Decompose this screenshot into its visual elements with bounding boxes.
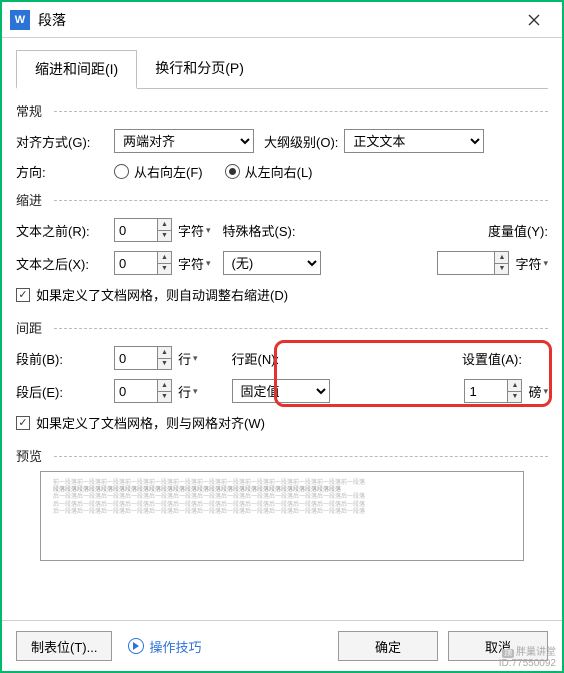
spin-up-icon[interactable]: ▲: [494, 252, 508, 264]
space-before-unit[interactable]: 行: [178, 349, 198, 368]
spin-up-icon[interactable]: ▲: [157, 219, 171, 231]
radio-rtl[interactable]: 从右向左(F): [114, 162, 203, 181]
radio-icon: [114, 164, 129, 179]
direction-label: 方向:: [16, 162, 108, 181]
dialog-footer: 制表位(T)... 操作技巧 确定 取消: [2, 620, 562, 671]
spin-down-icon[interactable]: ▼: [157, 359, 171, 370]
spin-down-icon[interactable]: ▼: [157, 392, 171, 403]
checkbox-icon: ✓: [16, 416, 30, 430]
tabs-button[interactable]: 制表位(T)...: [16, 631, 112, 661]
space-after-label: 段后(E):: [16, 382, 108, 401]
indent-after-input[interactable]: ▲▼: [114, 251, 172, 275]
play-icon: [128, 638, 144, 654]
indent-before-input[interactable]: ▲▼: [114, 218, 172, 242]
dialog-title: 段落: [38, 10, 514, 30]
indent-before-unit[interactable]: 字符: [178, 221, 211, 240]
app-icon: W: [10, 10, 30, 30]
spin-up-icon[interactable]: ▲: [157, 380, 171, 392]
close-button[interactable]: [514, 5, 554, 35]
close-icon: [528, 14, 540, 26]
radio-icon: [225, 164, 240, 179]
indent-after-label: 文本之后(X):: [16, 254, 108, 273]
tab-line-page-breaks[interactable]: 换行和分页(P): [137, 50, 262, 88]
tips-link[interactable]: 操作技巧: [128, 637, 201, 656]
group-preview: 预览: [16, 446, 548, 465]
titlebar: W 段落: [2, 2, 562, 38]
dialog-body: 缩进和间距(I) 换行和分页(P) 常规 对齐方式(G): 两端对齐 大纲级别(…: [2, 38, 562, 620]
measure-unit[interactable]: 字符: [515, 254, 548, 273]
space-after-input[interactable]: ▲▼: [114, 379, 172, 403]
outline-select[interactable]: 正文文本: [344, 129, 484, 153]
radio-ltr[interactable]: 从左向右(L): [225, 162, 313, 181]
indent-after-unit[interactable]: 字符: [178, 254, 211, 273]
special-select[interactable]: (无): [223, 251, 321, 275]
group-general: 常规: [16, 101, 548, 120]
special-label: 特殊格式(S):: [223, 221, 296, 240]
outline-label: 大纲级别(O):: [264, 132, 338, 151]
group-spacing: 间距: [16, 318, 548, 337]
spin-down-icon[interactable]: ▼: [157, 231, 171, 242]
paragraph-dialog: W 段落 缩进和间距(I) 换行和分页(P) 常规 对齐方式(G): 两端对齐 …: [0, 0, 564, 673]
checkbox-icon: ✓: [16, 288, 30, 302]
spin-down-icon[interactable]: ▼: [157, 264, 171, 275]
spin-up-icon[interactable]: ▲: [157, 347, 171, 359]
align-select[interactable]: 两端对齐: [114, 129, 254, 153]
align-label: 对齐方式(G):: [16, 132, 108, 151]
spin-up-icon[interactable]: ▲: [157, 252, 171, 264]
measure-label: 度量值(Y):: [488, 221, 548, 240]
space-before-label: 段前(B):: [16, 349, 108, 368]
space-after-unit[interactable]: 行: [178, 382, 198, 401]
space-before-input[interactable]: ▲▼: [114, 346, 172, 370]
group-indent: 缩进: [16, 190, 548, 209]
check-auto-indent[interactable]: ✓ 如果定义了文档网格，则自动调整右缩进(D): [16, 285, 548, 304]
highlight-box: [274, 340, 552, 407]
spin-down-icon[interactable]: ▼: [494, 264, 508, 275]
measure-input[interactable]: ▲▼: [437, 251, 509, 275]
watermark: 顶胖巢讲堂 ID:77550092: [499, 647, 556, 669]
indent-before-label: 文本之前(R):: [16, 221, 108, 240]
ok-button[interactable]: 确定: [338, 631, 438, 661]
check-snap-to-grid[interactable]: ✓ 如果定义了文档网格，则与网格对齐(W): [16, 413, 548, 432]
tab-bar: 缩进和间距(I) 换行和分页(P): [16, 50, 548, 89]
tab-indent-spacing[interactable]: 缩进和间距(I): [16, 50, 137, 89]
preview-box: 前一段落前一段落前一段落前一段落前一段落前一段落前一段落前一段落前一段落前一段落…: [40, 471, 524, 561]
